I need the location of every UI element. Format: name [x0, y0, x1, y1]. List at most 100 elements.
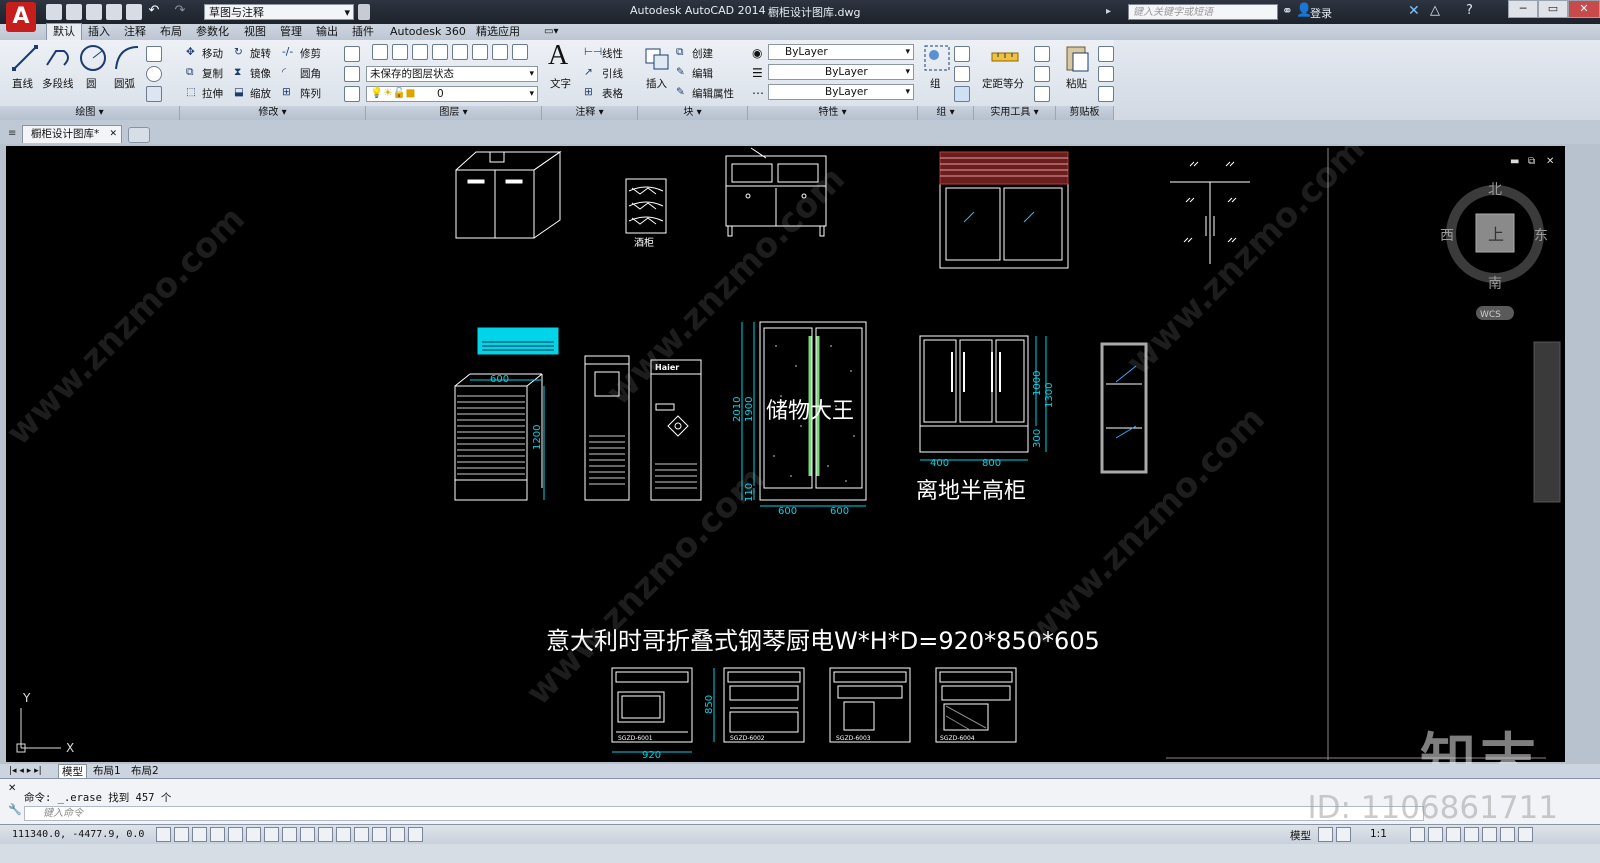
- scale-icon[interactable]: ⬓: [234, 86, 244, 98]
- layout-nav-arrows[interactable]: |◂ ◂ ▸ ▸|: [6, 764, 45, 778]
- tab-plugins[interactable]: 插件: [346, 24, 380, 40]
- viewcube[interactable]: 上 北 南 东 西 WCS: [1440, 182, 1548, 320]
- minimize-button[interactable]: ─: [1508, 0, 1538, 18]
- table-icon[interactable]: ⊞: [584, 86, 593, 98]
- navigation-bar[interactable]: [1533, 341, 1561, 503]
- grid-icon[interactable]: [192, 827, 207, 842]
- cut-icon[interactable]: [1098, 46, 1114, 62]
- leader-button[interactable]: 引线: [602, 66, 623, 81]
- tab-menu-icon[interactable]: ≡: [8, 128, 16, 139]
- copy-icon[interactable]: ⧉: [186, 66, 194, 79]
- maximize-button[interactable]: ▭: [1538, 0, 1568, 18]
- ribbon-options-icon[interactable]: ▭▾: [538, 24, 564, 40]
- dyn-icon[interactable]: [318, 827, 333, 842]
- selection-cycling-icon[interactable]: [390, 827, 405, 842]
- erase-icon[interactable]: [344, 46, 360, 62]
- help-icon[interactable]: ?: [1466, 3, 1473, 18]
- group-icon[interactable]: [922, 43, 952, 73]
- new-tab-button[interactable]: [128, 127, 150, 143]
- edit-block-button[interactable]: 编辑: [692, 66, 713, 81]
- lineweight-toggle-icon[interactable]: [336, 827, 351, 842]
- tab-insert[interactable]: 插入: [82, 24, 116, 40]
- tab-parametric[interactable]: 参数化: [190, 24, 235, 40]
- tab-layout[interactable]: 布局: [154, 24, 188, 40]
- clean-screen-icon[interactable]: [1518, 827, 1533, 842]
- quick-view-layouts-icon[interactable]: [1318, 827, 1333, 842]
- polar-icon[interactable]: [228, 827, 243, 842]
- arc-icon[interactable]: [112, 43, 142, 73]
- groups-panel-title[interactable]: 组 ▾: [918, 106, 974, 120]
- snap-icon[interactable]: [174, 827, 189, 842]
- ducs-icon[interactable]: [300, 827, 315, 842]
- layer-off-icon[interactable]: [412, 44, 428, 60]
- command-input[interactable]: 键入命令: [24, 806, 1424, 821]
- lightbulb-icon[interactable]: 💡☀🔓■: [370, 86, 415, 99]
- modify-panel-title[interactable]: 修改 ▾: [180, 106, 366, 120]
- autoscale-icon[interactable]: [1428, 827, 1443, 842]
- tab-view[interactable]: 视图: [238, 24, 272, 40]
- hatch-icon[interactable]: [146, 86, 162, 102]
- a360-icon[interactable]: △: [1430, 3, 1440, 18]
- linear-dim-icon[interactable]: ⊢⊣: [584, 46, 602, 58]
- explode-icon[interactable]: [344, 66, 360, 82]
- qat-menu-icon[interactable]: [358, 4, 370, 20]
- line-icon[interactable]: [10, 43, 40, 73]
- lineweight-select[interactable]: ByLayer: [768, 64, 914, 80]
- quick-calc-icon[interactable]: [1034, 46, 1050, 62]
- infer-constraints-icon[interactable]: [156, 827, 171, 842]
- edit-attribute-button[interactable]: 编辑属性: [692, 86, 734, 101]
- save-icon[interactable]: [86, 4, 102, 20]
- tab-manage[interactable]: 管理: [274, 24, 308, 40]
- layer-state-select[interactable]: 未保存的图层状态: [366, 66, 538, 82]
- tab-featured-apps[interactable]: 精选应用: [470, 24, 526, 40]
- redo-icon[interactable]: ↷: [172, 4, 188, 20]
- drawing-canvas[interactable]: 酒柜 600 1200 Haier 储物大王 2010 1900 110 600…: [6, 146, 1565, 762]
- layer-freeze-icon[interactable]: [392, 44, 408, 60]
- annotation-scale[interactable]: 1:1: [1370, 828, 1387, 840]
- undo-icon[interactable]: ↶: [146, 4, 162, 20]
- line-button-label[interactable]: 直线: [12, 76, 33, 91]
- ellipse-icon[interactable]: [146, 66, 162, 82]
- close-tab-icon[interactable]: ✕: [109, 126, 117, 143]
- leader-icon[interactable]: ↗: [584, 66, 593, 78]
- text-button[interactable]: 文字: [550, 76, 571, 91]
- layer-unisolate-icon[interactable]: [492, 44, 508, 60]
- linetype-icon[interactable]: ⋯: [752, 86, 764, 100]
- ungroup-icon[interactable]: [954, 46, 970, 62]
- create-block-button[interactable]: 创建: [692, 46, 713, 61]
- polyline-icon[interactable]: [44, 43, 74, 73]
- lock-icon[interactable]: [1464, 827, 1479, 842]
- annotation-monitor-icon[interactable]: [408, 827, 423, 842]
- mirror-icon[interactable]: ⧗: [234, 66, 241, 79]
- offset-icon[interactable]: [344, 86, 360, 102]
- array-icon[interactable]: ⊞: [282, 86, 291, 98]
- rectangle-icon[interactable]: [146, 46, 162, 62]
- binoculars-icon[interactable]: ⚭: [1282, 4, 1293, 19]
- layer-properties-icon[interactable]: [372, 44, 388, 60]
- wrench-icon[interactable]: 🔧: [8, 803, 22, 816]
- clipboard-panel-title[interactable]: 剪贴板: [1056, 106, 1114, 120]
- document-tab[interactable]: 橱柜设计图库* ✕: [22, 125, 122, 143]
- arc-button-label[interactable]: 圆弧: [114, 76, 135, 91]
- workspace-select[interactable]: 草图与注释: [204, 4, 354, 21]
- print-icon[interactable]: [126, 4, 142, 20]
- circle-button-label[interactable]: 圆: [86, 76, 97, 91]
- lineweight-icon[interactable]: ☰: [752, 66, 763, 80]
- annotation-visibility-icon[interactable]: [1410, 827, 1425, 842]
- viewcube-east[interactable]: 东: [1534, 228, 1548, 244]
- utilities-panel-title[interactable]: 实用工具 ▾: [974, 106, 1056, 120]
- layer-isolate-icon[interactable]: [432, 44, 448, 60]
- insert-block-icon[interactable]: [642, 43, 672, 73]
- group-select-icon[interactable]: [954, 86, 970, 102]
- layers-panel-title[interactable]: 图层 ▾: [366, 106, 542, 120]
- linear-dim-button[interactable]: 线性: [602, 46, 623, 61]
- ortho-icon[interactable]: [210, 827, 225, 842]
- login-link[interactable]: 登录: [1310, 5, 1332, 21]
- workspace-switch-icon[interactable]: [1446, 827, 1461, 842]
- quick-view-drawings-icon[interactable]: [1336, 827, 1351, 842]
- fillet-icon[interactable]: ◜: [282, 66, 286, 78]
- create-block-icon[interactable]: ⧉: [676, 46, 684, 59]
- array-button[interactable]: 阵列: [300, 86, 321, 101]
- close-button[interactable]: ✕: [1568, 0, 1600, 18]
- draw-panel-title[interactable]: 绘图 ▾: [0, 106, 180, 120]
